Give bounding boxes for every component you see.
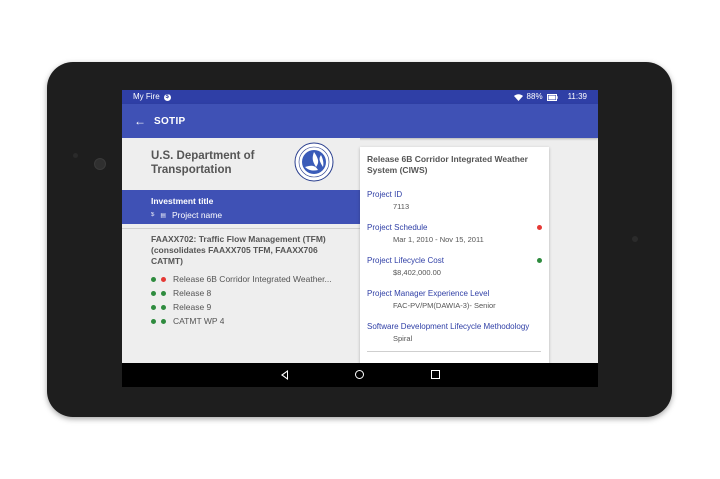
release-detail-card: Release 6B Corridor Integrated Weather S… <box>360 147 549 367</box>
release-list: Release 6B Corridor Integrated Weather..… <box>151 272 356 328</box>
status-dot-schedule <box>151 318 156 324</box>
sdlc-field: Software Development Lifecycle Methodolo… <box>367 322 543 343</box>
project-list-pane: U.S. Department of Transportation Invest… <box>122 138 360 363</box>
sdlc-value: Spiral <box>393 334 413 343</box>
app-bar: ← SOTIP <box>122 104 598 138</box>
project-id-field: Project ID 7113 <box>367 190 543 211</box>
status-dot-schedule <box>151 304 156 310</box>
list-item[interactable]: Release 9 <box>151 300 356 314</box>
nav-home-icon[interactable] <box>355 370 364 379</box>
back-arrow-icon[interactable]: ← <box>134 114 150 128</box>
project-name-row: $ ▤ Project name <box>151 210 222 220</box>
list-item[interactable]: Release 8 <box>151 286 356 300</box>
clock: 11:39 <box>567 92 587 101</box>
investment-title-label: Investment title <box>151 196 214 206</box>
sensor-dot <box>73 153 78 158</box>
app-title: SOTIP <box>154 115 186 127</box>
project-id-label: Project ID <box>367 190 403 199</box>
schedule-label: Project Schedule <box>367 223 428 232</box>
cost-status-dot <box>537 258 542 263</box>
project-title[interactable]: FAAXX702: Traffic Flow Management (TFM) … <box>151 234 351 267</box>
system-nav-bar <box>122 363 598 387</box>
status-dot-schedule <box>151 276 156 282</box>
lifecycle-cost-field: Project Lifecycle Cost $8,402,000.00 <box>367 256 543 277</box>
pm-experience-field: Project Manager Experience Level FAC-PV/… <box>367 289 543 310</box>
status-dot-cost <box>161 276 166 282</box>
battery-percent: 88% <box>526 92 543 101</box>
list-item[interactable]: Release 6B Corridor Integrated Weather..… <box>151 272 356 286</box>
notification-icon: $ <box>163 93 171 101</box>
release-label: CATMT WP 4 <box>173 316 225 326</box>
camera-icon <box>94 158 106 170</box>
wifi-icon <box>513 93 523 101</box>
cost-label: Project Lifecycle Cost <box>367 256 444 265</box>
pm-value: FAC-PV/PM(DAWIA-3)- Senior <box>393 301 496 310</box>
status-dot-schedule <box>151 290 156 296</box>
department-name: U.S. Department of Transportation <box>151 150 255 176</box>
cost-value: $8,402,000.00 <box>393 268 441 277</box>
selected-list-header[interactable]: Investment title $ ▤ Project name <box>122 190 360 224</box>
status-bar: My Fire $ 88% 11:39 <box>122 90 598 104</box>
dollar-icon: $ <box>151 212 155 218</box>
release-label: Release 9 <box>173 302 212 312</box>
schedule-status-dot <box>537 225 542 230</box>
calendar-icon: ▤ <box>160 212 167 219</box>
release-label: Release 6B Corridor Integrated Weather..… <box>173 274 332 284</box>
carrier-label: My Fire <box>133 92 160 101</box>
status-dot-cost <box>161 318 166 324</box>
card-title: Release 6B Corridor Integrated Weather S… <box>367 154 528 175</box>
device-screen: My Fire $ 88% 11:39 ← SOTIP U.S. Departm… <box>122 90 598 387</box>
status-dot-cost <box>161 304 166 310</box>
project-schedule-field: Project Schedule Mar 1, 2010 - Nov 15, 2… <box>367 223 543 244</box>
dot-seal-logo <box>294 142 334 182</box>
list-item[interactable]: CATMT WP 4 <box>151 314 356 328</box>
project-name-label: Project name <box>172 210 223 220</box>
battery-icon <box>546 93 558 101</box>
card-divider <box>367 351 541 352</box>
nav-back-icon[interactable] <box>281 370 288 380</box>
schedule-value: Mar 1, 2010 - Nov 15, 2011 <box>393 235 484 244</box>
sensor-dot-right <box>632 236 638 242</box>
divider <box>122 228 360 229</box>
project-id-value: 7113 <box>393 202 410 211</box>
status-dot-cost <box>161 290 166 296</box>
release-label: Release 8 <box>173 288 212 298</box>
nav-recent-icon[interactable] <box>431 370 440 379</box>
sdlc-label: Software Development Lifecycle Methodolo… <box>367 322 530 331</box>
pm-label: Project Manager Experience Level <box>367 289 490 298</box>
